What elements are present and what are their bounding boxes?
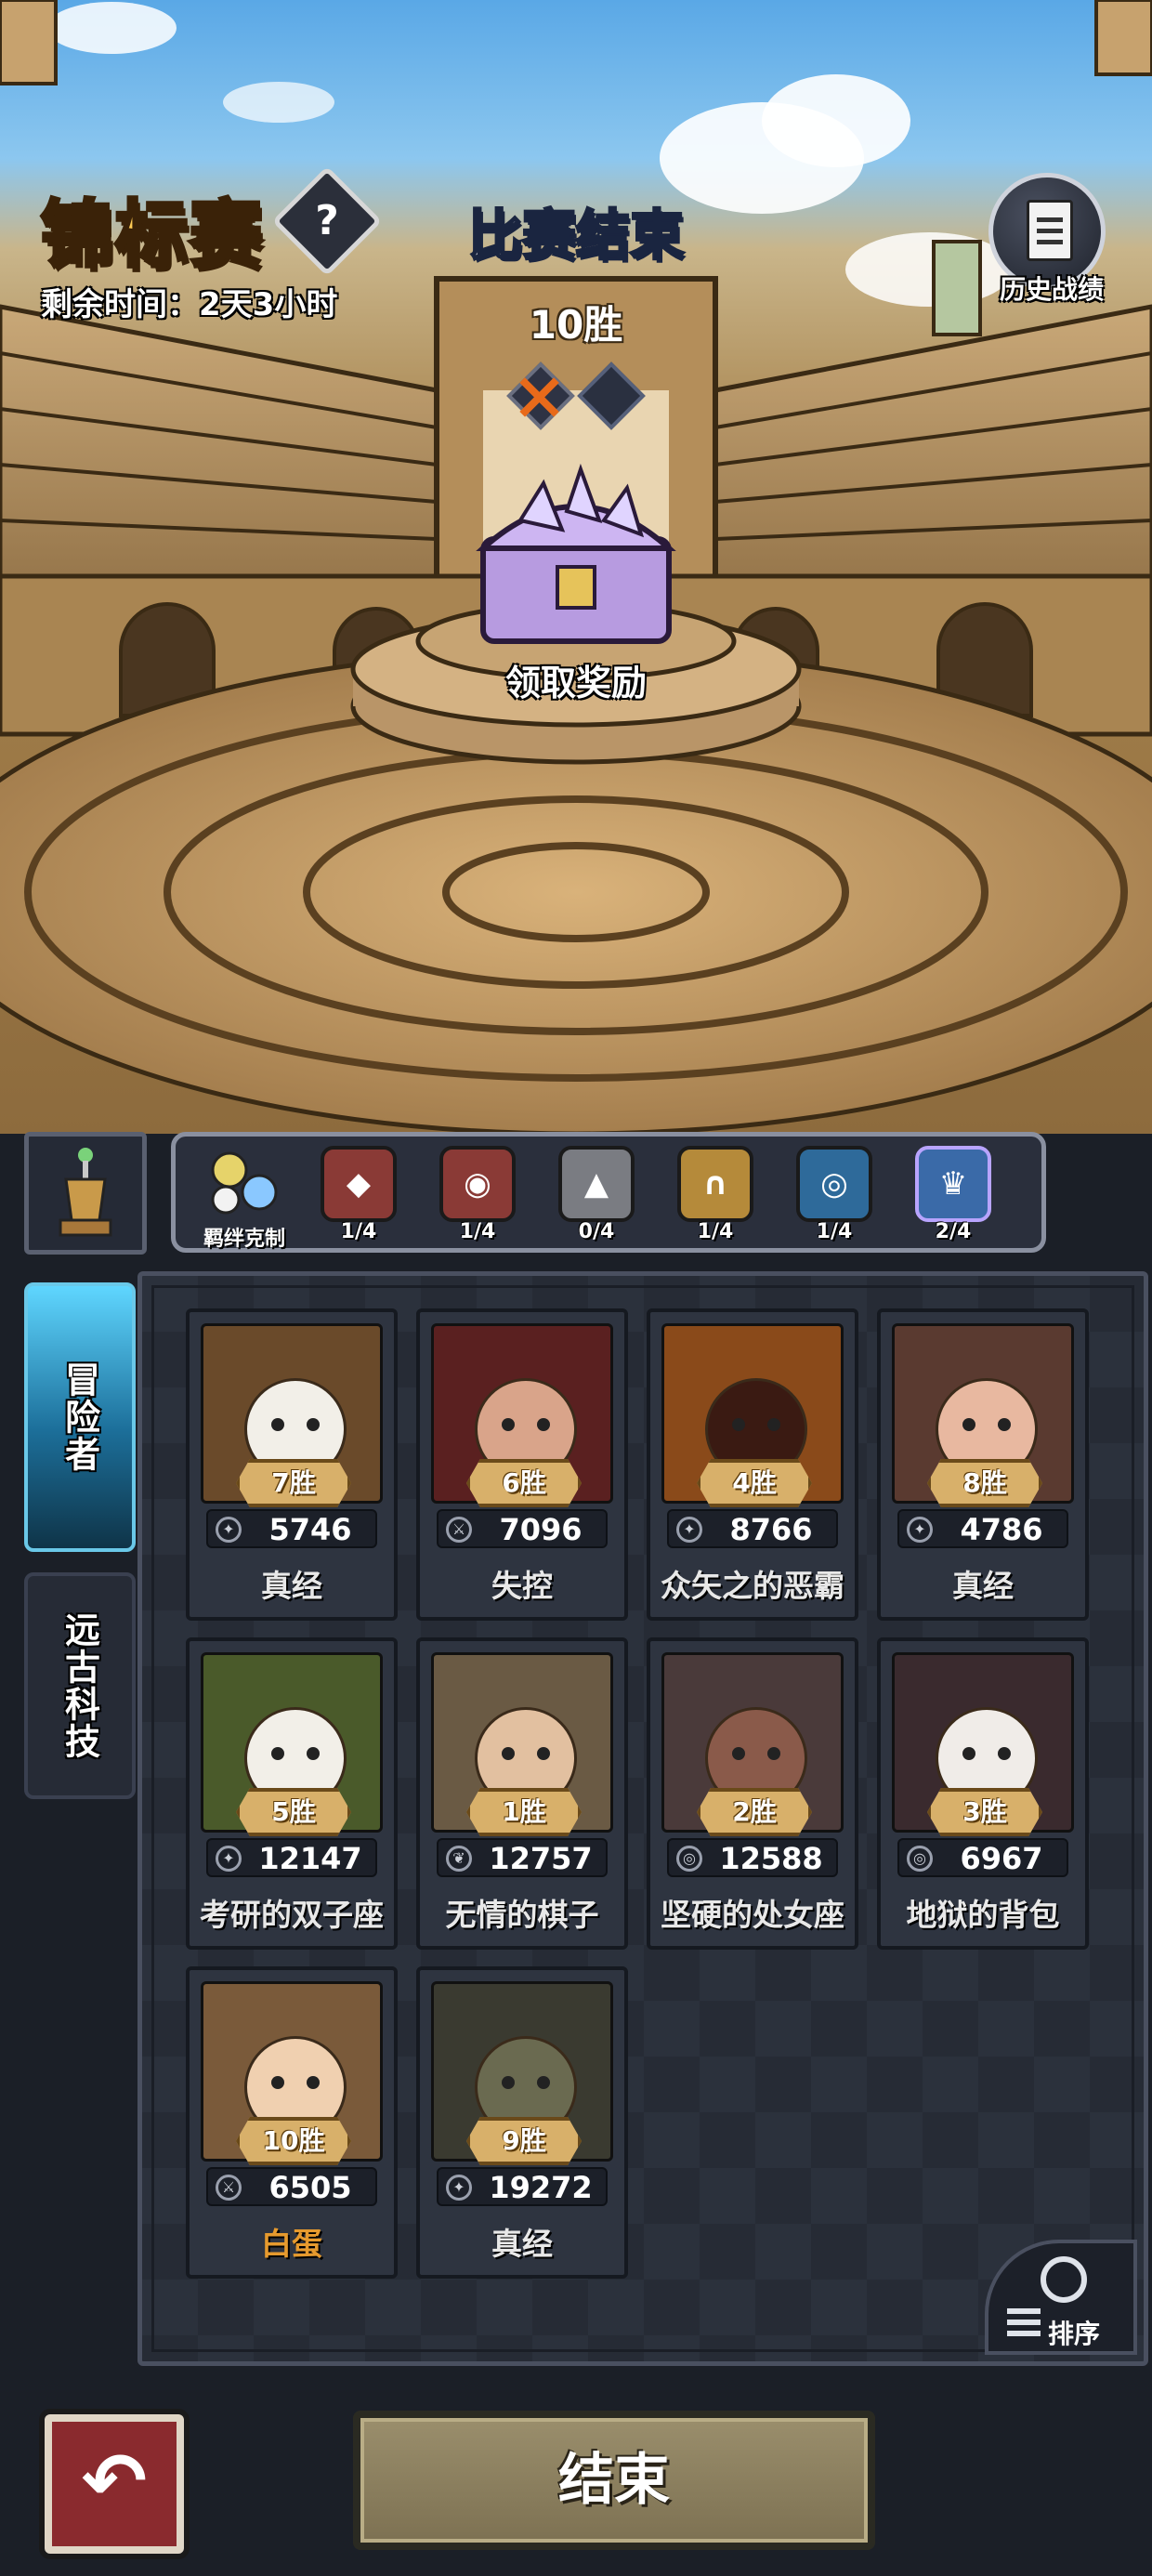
sort-label: 排序	[1048, 2319, 1101, 2349]
hero-card[interactable]: 5胜 ✦ 12147 考研的双子座	[186, 1637, 398, 1950]
hero-card[interactable]: 7胜 ✦ 5746 真经	[186, 1308, 398, 1621]
bond-counter-icon	[211, 1151, 278, 1215]
claw-icon: ✦	[907, 1517, 933, 1543]
hero-card[interactable]: 2胜 ◎ 12588 坚硬的处女座	[647, 1637, 858, 1950]
hero-card[interactable]: 6胜 ⚔ 7096 失控	[416, 1308, 628, 1621]
target-icon: ◎	[676, 1846, 702, 1872]
magnifier-icon	[1041, 2256, 1087, 2303]
match-status: 比赛结束	[466, 203, 685, 269]
sword-icon: ⚔	[216, 2175, 242, 2201]
bond-counter-button[interactable]: 羁绊克制	[189, 1146, 300, 1251]
history-label[interactable]: 历史战绩	[977, 269, 1126, 307]
bond-item[interactable]: ▲ 0/4	[553, 1146, 640, 1244]
tower-button[interactable]	[24, 1132, 147, 1255]
hero-name: 坚硬的处女座	[661, 1897, 844, 1933]
bond-item[interactable]: ◆ 1/4	[315, 1146, 402, 1244]
bond-item[interactable]: ◉ 1/4	[434, 1146, 521, 1244]
tab-adventurers[interactable]: 冒险者	[24, 1282, 136, 1552]
diamond-crest-icon: ◆	[321, 1146, 397, 1222]
tower-icon	[59, 1148, 112, 1237]
bond-count: 0/4	[578, 1220, 615, 1243]
hero-name: 失控	[491, 1568, 553, 1604]
end-button[interactable]: 结束	[353, 2411, 875, 2550]
power-stat: ⚔ 7096	[437, 1509, 608, 1548]
remaining-time: 剩余时间：2天3小时	[41, 286, 338, 323]
hero-name: 考研的双子座	[200, 1897, 384, 1933]
wins-badge: 3胜	[927, 1788, 1042, 1836]
wins-badge: 4胜	[697, 1459, 812, 1507]
power-stat: ❦ 12757	[437, 1838, 608, 1877]
arena-background	[0, 0, 1152, 1134]
bond-count: 1/4	[340, 1220, 377, 1243]
power-stat: ✦ 12147	[206, 1838, 377, 1877]
claw-icon: ✦	[676, 1517, 702, 1543]
tab-adventurers-label: 冒险者	[59, 1361, 100, 1473]
hero-name: 真经	[491, 2226, 553, 2262]
power-stat: ✦ 8766	[667, 1509, 838, 1548]
bond-counter-label: 羁绊克制	[203, 1228, 285, 1251]
wins-badge: 1胜	[466, 1788, 582, 1836]
power-stat: ◎ 6967	[897, 1838, 1068, 1877]
arena-scene: 锦标赛 ? 剩余时间：2天3小时 比赛结束 10胜 领取奖励 历史战绩	[0, 0, 1152, 1134]
wins-badge: 5胜	[236, 1788, 351, 1836]
crown-crest-icon: ♛	[915, 1146, 991, 1222]
hero-name: 白蛋	[261, 2226, 322, 2262]
power-stat: ✦ 4786	[897, 1509, 1068, 1548]
hero-name: 众矢之的恶霸	[661, 1568, 844, 1604]
bond-bar: 羁绊克制 ◆ 1/4 ◉ 1/4 ▲ 0/4 ∩ 1/4 ◎ 1/4 ♛ 2/4	[171, 1132, 1046, 1253]
bond-count: 2/4	[935, 1220, 972, 1243]
end-button-label: 结束	[558, 2448, 670, 2513]
return-arrow-icon: ↶	[81, 2436, 148, 2527]
bond-count: 1/4	[697, 1220, 734, 1243]
leaf-icon: ❦	[446, 1846, 472, 1872]
bond-count: 1/4	[459, 1220, 496, 1243]
bond-count: 1/4	[816, 1220, 853, 1243]
wins-badge: 2胜	[697, 1788, 812, 1836]
bond-item[interactable]: ♛ 2/4	[910, 1146, 997, 1244]
power-stat: ✦ 5746	[206, 1509, 377, 1548]
claw-icon: ✦	[216, 1517, 242, 1543]
sword-icon: ⚔	[446, 1517, 472, 1543]
hero-card[interactable]: 4胜 ✦ 8766 众矢之的恶霸	[647, 1308, 858, 1621]
hero-name: 无情的棋子	[445, 1897, 599, 1933]
hero-name: 真经	[261, 1568, 322, 1604]
claw-icon: ✦	[446, 2175, 472, 2201]
wins-badge: 10胜	[236, 2117, 351, 2165]
arch-crest-icon: ∩	[677, 1146, 753, 1222]
wins-badge: 7胜	[236, 1459, 351, 1507]
wins-badge: 8胜	[927, 1459, 1042, 1507]
bond-item[interactable]: ∩ 1/4	[672, 1146, 759, 1244]
back-button[interactable]: ↶	[45, 2414, 184, 2554]
hero-card[interactable]: 9胜 ✦ 19272 真经	[416, 1966, 628, 2279]
power-stat: ◎ 12588	[667, 1838, 838, 1877]
tab-ancient-tech[interactable]: 远古科技	[24, 1572, 136, 1799]
eye-crest-icon: ◉	[439, 1146, 516, 1222]
tournament-title: 锦标赛	[39, 191, 265, 279]
hero-card[interactable]: 1胜 ❦ 12757 无情的棋子	[416, 1637, 628, 1950]
hero-card[interactable]: 3胜 ◎ 6967 地狱的背包	[877, 1637, 1089, 1950]
scroll-record-icon	[1027, 200, 1073, 261]
power-stat: ⚔ 6505	[206, 2167, 377, 2206]
swirl-crest-icon: ◎	[796, 1146, 872, 1222]
question-icon: ?	[315, 197, 339, 244]
hero-card[interactable]: 10胜 ⚔ 6505 白蛋	[186, 1966, 398, 2279]
bond-item[interactable]: ◎ 1/4	[791, 1146, 878, 1244]
tab-ancient-tech-label: 远古科技	[59, 1611, 100, 1760]
list-icon	[1007, 2308, 1041, 2314]
hero-card[interactable]: 8胜 ✦ 4786 真经	[877, 1308, 1089, 1621]
target-icon: ◎	[907, 1846, 933, 1872]
mountain-crest-icon: ▲	[558, 1146, 635, 1222]
hero-name: 真经	[952, 1568, 1014, 1604]
wins-badge: 6胜	[466, 1459, 582, 1507]
hero-name: 地狱的背包	[906, 1897, 1060, 1933]
wins-badge: 9胜	[466, 2117, 582, 2165]
power-stat: ✦ 19272	[437, 2167, 608, 2206]
claw-icon: ✦	[216, 1846, 242, 1872]
win-count: 10胜	[529, 302, 623, 348]
claim-reward-button[interactable]: 领取奖励	[446, 654, 706, 705]
